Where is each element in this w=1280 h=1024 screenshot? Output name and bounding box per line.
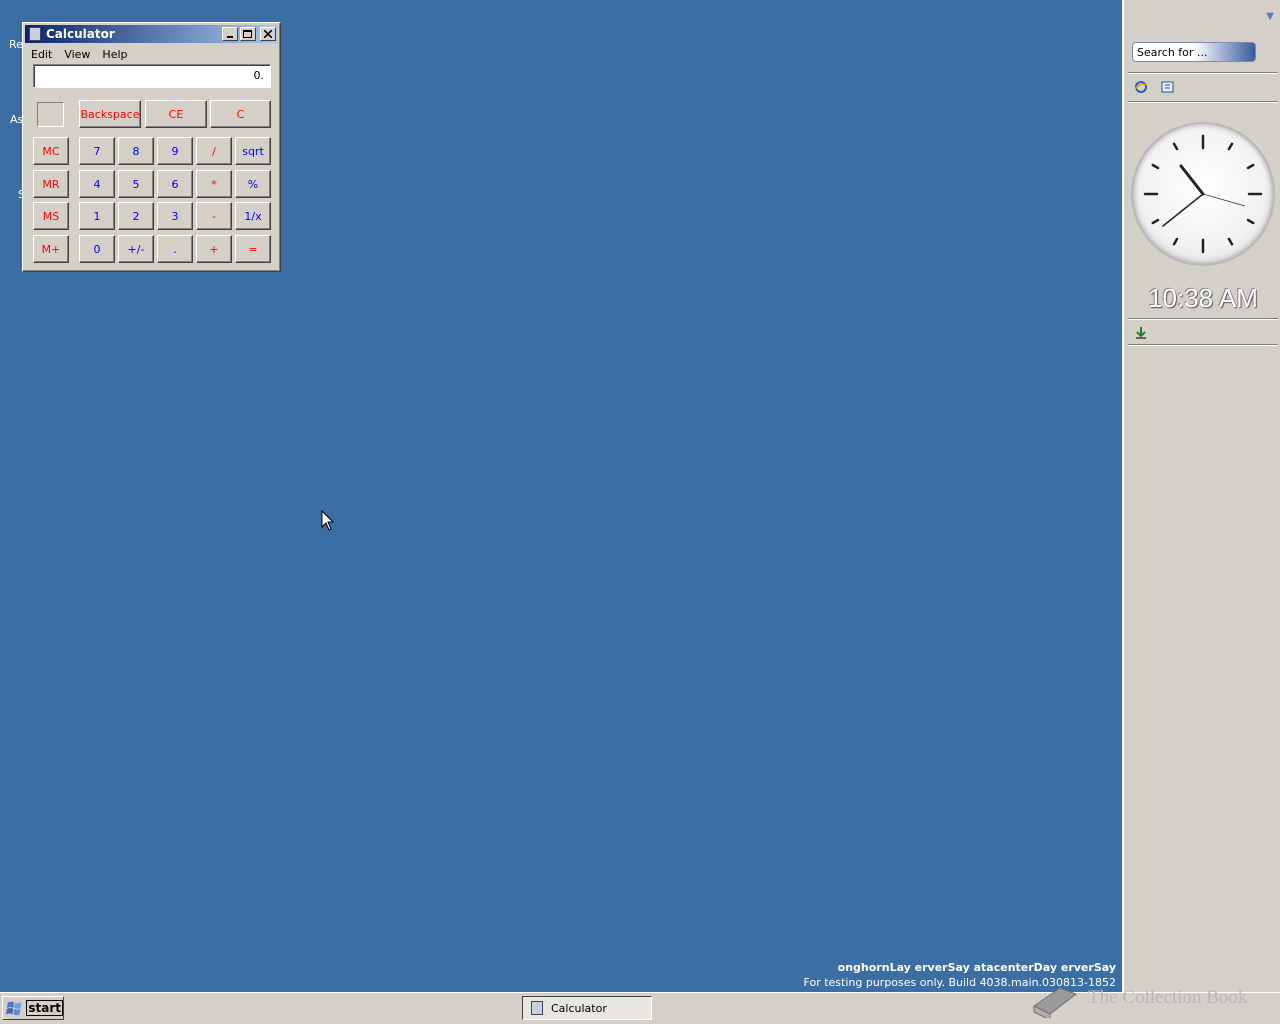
digit-3-button[interactable]: 3 bbox=[157, 202, 193, 230]
digit-8-button[interactable]: 8 bbox=[118, 137, 154, 165]
memory-clear-button[interactable]: MC bbox=[33, 137, 69, 165]
analog-clock bbox=[1133, 124, 1273, 264]
percent-button[interactable]: % bbox=[235, 170, 271, 198]
build-watermark-title: onghornLay erverSay atacenterDay erverSa… bbox=[837, 961, 1116, 974]
download-icon[interactable] bbox=[1134, 326, 1148, 340]
sign-toggle-button[interactable]: +/- bbox=[118, 235, 154, 263]
collection-book-label: The Collection Book bbox=[1088, 987, 1248, 1008]
desktop-icon-label: Re bbox=[9, 38, 23, 51]
sidebar: ▼ Search for ... 10:38 AM bbox=[1122, 0, 1280, 992]
mouse-cursor-icon bbox=[321, 510, 335, 531]
clear-entry-button[interactable]: CE bbox=[145, 100, 207, 128]
reciprocal-button[interactable]: 1/x bbox=[235, 202, 271, 230]
calculator-app-icon bbox=[531, 1001, 543, 1015]
memory-add-button[interactable]: M+ bbox=[33, 235, 69, 263]
maximize-icon bbox=[243, 29, 252, 38]
digit-5-button[interactable]: 5 bbox=[118, 170, 154, 198]
digit-2-button[interactable]: 2 bbox=[118, 202, 154, 230]
digit-1-button[interactable]: 1 bbox=[79, 202, 115, 230]
outlook-express-icon[interactable] bbox=[1161, 80, 1175, 94]
digit-4-button[interactable]: 4 bbox=[79, 170, 115, 198]
memory-indicator bbox=[37, 102, 64, 127]
sqrt-button[interactable]: sqrt bbox=[235, 137, 271, 165]
clear-button[interactable]: C bbox=[210, 100, 271, 128]
windows-logo-icon bbox=[6, 1001, 22, 1016]
equals-button[interactable]: = bbox=[235, 235, 271, 263]
book-icon bbox=[1033, 987, 1078, 1018]
decimal-point-button[interactable]: . bbox=[157, 235, 193, 263]
calculator-app-icon bbox=[29, 27, 41, 41]
start-button[interactable]: start bbox=[2, 996, 64, 1020]
minimize-icon bbox=[227, 36, 233, 38]
menu-bar: Edit View Help bbox=[25, 45, 134, 63]
collection-book-watermark: The Collection Book bbox=[1030, 978, 1247, 1018]
digit-9-button[interactable]: 9 bbox=[157, 137, 193, 165]
sidebar-divider bbox=[1128, 318, 1278, 320]
digit-0-button[interactable]: 0 bbox=[79, 235, 115, 263]
menu-help[interactable]: Help bbox=[96, 48, 133, 61]
desktop-icon-recycle-bin[interactable]: Re bbox=[0, 2, 24, 52]
divide-button[interactable]: / bbox=[196, 137, 232, 165]
search-input[interactable]: Search for ... bbox=[1132, 42, 1256, 62]
desktop-icon-3[interactable]: S bbox=[0, 185, 24, 205]
desktop-icon-2[interactable]: As bbox=[0, 110, 24, 130]
maximize-button[interactable] bbox=[240, 27, 256, 41]
close-button[interactable] bbox=[260, 27, 276, 41]
digit-7-button[interactable]: 7 bbox=[79, 137, 115, 165]
taskbar-item-calculator[interactable]: Calculator bbox=[522, 996, 652, 1020]
sidebar-divider bbox=[1128, 101, 1278, 103]
memory-store-button[interactable]: MS bbox=[33, 202, 69, 230]
internet-explorer-icon[interactable] bbox=[1134, 80, 1148, 94]
backspace-button[interactable]: Backspace bbox=[79, 100, 141, 128]
close-icon bbox=[264, 30, 272, 38]
menu-view[interactable]: View bbox=[58, 48, 96, 61]
calculator-display: 0. bbox=[33, 64, 271, 88]
memory-recall-button[interactable]: MR bbox=[33, 170, 69, 198]
add-button[interactable]: + bbox=[196, 235, 232, 263]
minimize-button[interactable] bbox=[222, 27, 238, 41]
sidebar-menu-arrow-icon[interactable]: ▼ bbox=[1266, 11, 1274, 22]
digit-6-button[interactable]: 6 bbox=[157, 170, 193, 198]
taskbar-item-label: Calculator bbox=[551, 1001, 607, 1015]
clock-face-icon bbox=[1143, 134, 1263, 254]
calculator-titlebar[interactable]: Calculator bbox=[25, 25, 278, 43]
sidebar-divider bbox=[1128, 344, 1278, 346]
sidebar-divider bbox=[1128, 72, 1278, 74]
window-title: Calculator bbox=[46, 27, 115, 41]
subtract-button[interactable]: - bbox=[196, 202, 232, 230]
start-label: start bbox=[26, 1000, 63, 1016]
multiply-button[interactable]: * bbox=[196, 170, 232, 198]
menu-edit[interactable]: Edit bbox=[25, 48, 58, 61]
clock-time: 10:38 AM bbox=[1148, 283, 1258, 313]
